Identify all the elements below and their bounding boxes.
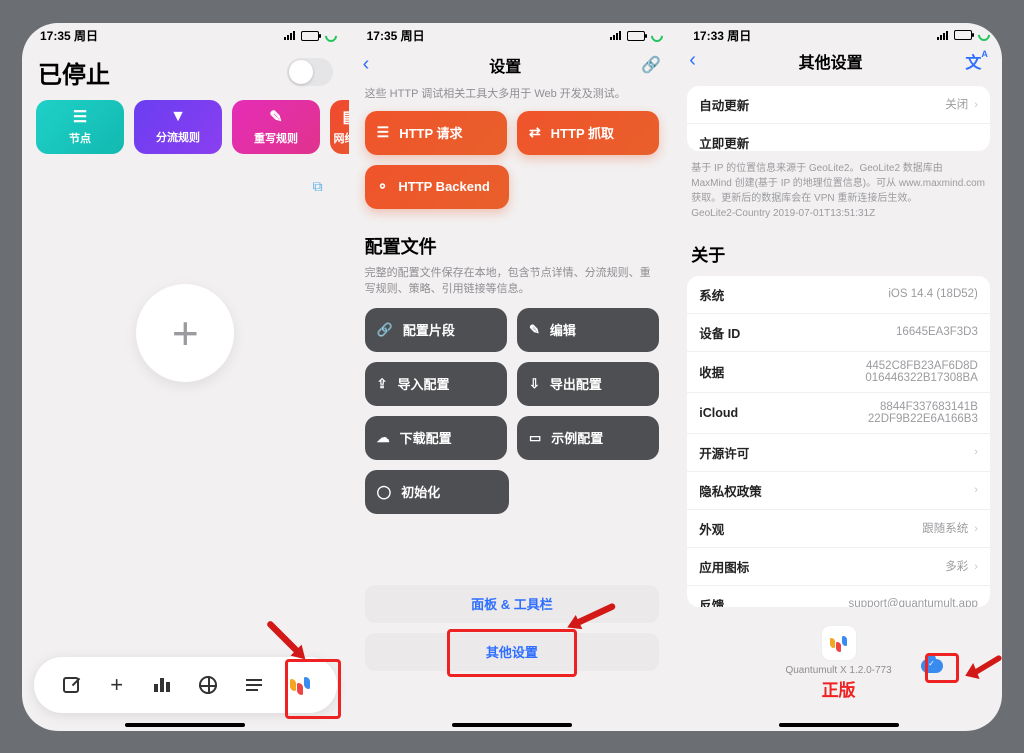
plus-button[interactable]: + [105, 672, 129, 698]
http-capture-button[interactable]: ⇄HTTP 抓取 [517, 111, 659, 155]
row-appearance[interactable]: 外观跟随系统› [687, 510, 990, 548]
doc-icon: ▭ [529, 430, 541, 446]
swap-icon: ⇄ [529, 124, 541, 141]
link-icon[interactable]: 🔗 [641, 55, 661, 75]
other-settings-button[interactable]: 其他设置 [365, 633, 660, 671]
nav-title: 设置 [489, 53, 521, 77]
settings-button[interactable] [288, 679, 312, 691]
panel-home: 17:35 周日 已停止 ☰节点 ▼分流规则 ✎重写规则 ▤网络活 ⧉ + + [22, 23, 349, 731]
menu-icon: ☰ [377, 124, 390, 141]
home-indicator [125, 723, 245, 727]
nav-title: 其他设置 [799, 49, 863, 73]
app-icon [821, 625, 857, 661]
battery-icon [301, 31, 319, 41]
config-header: 配置文件 [365, 233, 660, 259]
translate-icon[interactable]: 文A [965, 49, 988, 73]
genuine-badge: 正版 [675, 676, 1002, 701]
compose-button[interactable] [59, 677, 83, 693]
toolbar: + [34, 657, 337, 713]
init-button[interactable]: ◯初始化 [365, 470, 509, 514]
row-receipt: 收据4452C8FB23AF6D8D 016446322B17308BA [687, 352, 990, 393]
status-time: 17:35 周日 [40, 27, 98, 44]
sync-icon [322, 27, 339, 44]
card-nodes[interactable]: ☰节点 [36, 100, 124, 154]
http-subtitle: 这些 HTTP 调试相关工具大多用于 Web 开发及测试。 [349, 85, 676, 101]
status-bar: 17:35 周日 [349, 23, 676, 45]
funnel-icon: ▼ [170, 108, 186, 126]
row-system: 系统iOS 14.4 (18D52) [687, 276, 990, 314]
edit-icon: ✎ [529, 322, 540, 338]
app-version: Quantumult X 1.2.0-773 [675, 665, 1002, 676]
about-list: 系统iOS 14.4 (18D52) 设备 ID16645EA3F3D3 收据4… [687, 276, 990, 607]
pencil-icon: ✎ [269, 107, 282, 127]
panel-settings: 17:35 周日 ‹ 设置 🔗 这些 HTTP 调试相关工具大多用于 Web 开… [349, 23, 676, 731]
geolite-note: 基于 IP 的位置信息来源于 GeoLite2。GeoLite2 数据库由 Ma… [675, 159, 1002, 227]
home-title: 已停止 [38, 55, 110, 90]
about-header: 关于 [675, 227, 1002, 268]
download-button[interactable]: ☁下载配置 [365, 416, 507, 460]
home-indicator [779, 723, 899, 727]
import-icon: ⇪ [377, 376, 388, 392]
card-filter[interactable]: ▼分流规则 [134, 100, 222, 154]
row-icloud: iCloud8844F337683141B 22DF9B22E6A166B3 [687, 393, 990, 434]
home-indicator [452, 723, 572, 727]
row-license[interactable]: 开源许可› [687, 434, 990, 472]
cloud-icon: ☁ [377, 430, 390, 446]
link-icon: 🔗 [377, 322, 393, 338]
globe-button[interactable] [196, 676, 220, 694]
auto-update-row[interactable]: 自动更新 关闭› [687, 86, 990, 124]
battery-icon [954, 30, 972, 40]
row-feedback[interactable]: 反馈support@quantumult.app [687, 586, 990, 607]
signal-icon [284, 31, 295, 40]
config-subtitle: 完整的配置文件保存在本地，包含节点详情、分流规则、重写规则、策略、引用链接等信息… [365, 265, 660, 298]
panel-toolbar-button[interactable]: 面板 & 工具栏 [365, 585, 660, 623]
update-now-row[interactable]: 立即更新 [687, 124, 990, 151]
card-rewrite[interactable]: ✎重写规则 [232, 100, 320, 154]
sync-icon [649, 27, 666, 44]
stats-button[interactable] [150, 678, 174, 692]
vpn-toggle[interactable] [287, 58, 333, 86]
status-bar: 17:33 周日 [675, 23, 1002, 44]
status-time: 17:35 周日 [367, 27, 425, 44]
signal-icon [937, 31, 948, 40]
row-privacy[interactable]: 隐私权政策› [687, 472, 990, 510]
back-button[interactable]: ‹ [689, 49, 696, 72]
card-network[interactable]: ▤网络活 [330, 100, 349, 154]
config-snippet-button[interactable]: 🔗配置片段 [365, 308, 507, 352]
export-button[interactable]: ⇩导出配置 [517, 362, 659, 406]
list-button[interactable] [242, 679, 266, 691]
share-icon: ⚬ [377, 178, 389, 195]
http-backend-button[interactable]: ⚬HTTP Backend [365, 165, 509, 209]
add-button[interactable]: + [136, 284, 234, 382]
import-button[interactable]: ⇪导入配置 [365, 362, 507, 406]
export-icon: ⇩ [529, 376, 540, 392]
sample-button[interactable]: ▭示例配置 [517, 416, 659, 460]
copy-icon[interactable]: ⧉ [313, 178, 323, 195]
status-time: 17:33 周日 [693, 27, 751, 44]
signal-icon [610, 31, 621, 40]
cloud-verified-icon [921, 659, 943, 673]
refresh-icon: ◯ [377, 484, 392, 500]
row-device-id: 设备 ID16645EA3F3D3 [687, 314, 990, 352]
row-app-icon[interactable]: 应用图标多彩› [687, 548, 990, 586]
panel-other-settings: 17:33 周日 ‹ 其他设置 文A 自动更新 关闭› 立即更新 基于 IP 的… [675, 23, 1002, 731]
nodes-icon: ☰ [73, 107, 87, 127]
sync-icon [975, 27, 992, 44]
battery-icon [627, 31, 645, 41]
back-button[interactable]: ‹ [363, 53, 370, 76]
http-request-button[interactable]: ☰HTTP 请求 [365, 111, 507, 155]
status-bar: 17:35 周日 [22, 23, 349, 45]
edit-button[interactable]: ✎编辑 [517, 308, 659, 352]
